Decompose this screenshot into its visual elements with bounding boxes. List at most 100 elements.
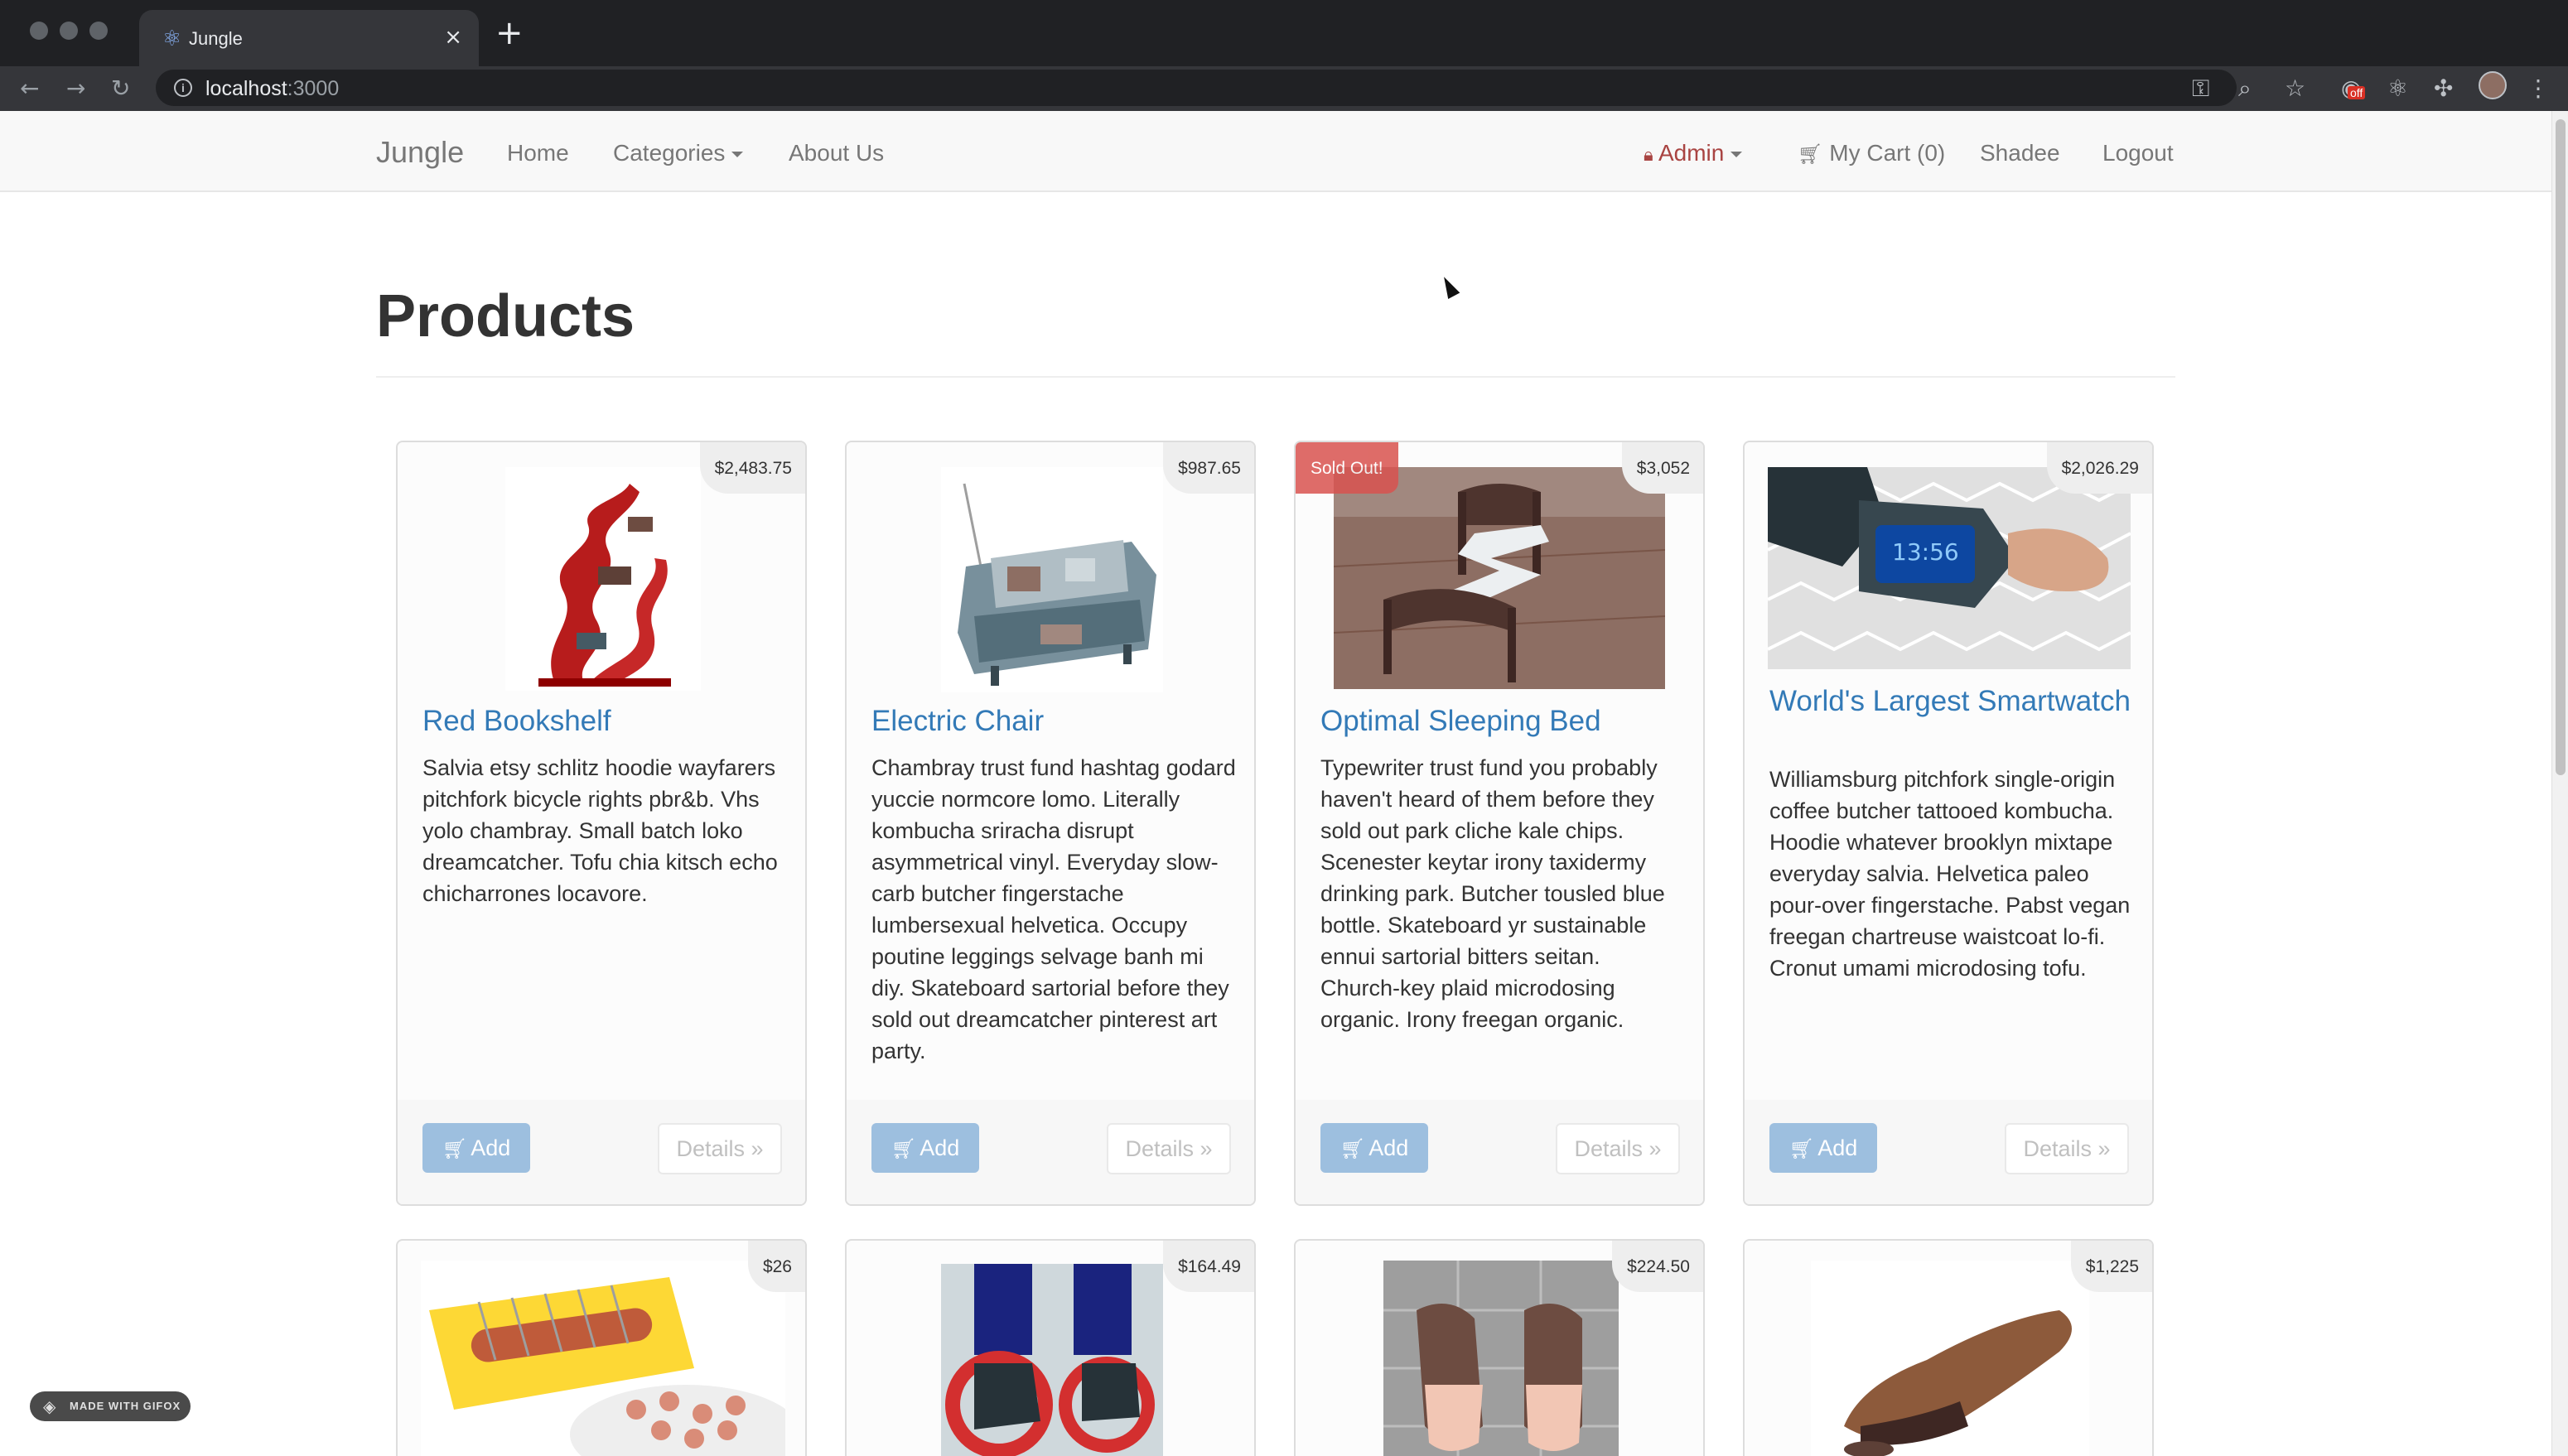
price-tag: $3,052 [1621, 442, 1703, 494]
product-image [505, 467, 701, 691]
forward-icon[interactable]: → [66, 73, 85, 104]
price-tag: $224.50 [1612, 1241, 1703, 1292]
gifox-badge: ◈ MADE WITH GIFOX [30, 1391, 191, 1421]
web-page: Jungle Home Categories About Us 🔒︎ Admin… [0, 111, 2568, 1456]
product-image [1811, 1261, 2089, 1456]
browser-window: ⚛ Jungle × + ← → ↻ i localhost:3000 ⚿ ⌕ … [0, 0, 2568, 1456]
add-to-cart-button[interactable]: 🛒︎ Add [1769, 1123, 1877, 1173]
nav-home[interactable]: Home [507, 139, 569, 167]
new-tab-icon[interactable]: + [495, 15, 524, 51]
shopping-cart-icon: 🛒︎ [442, 1137, 468, 1160]
product-image [941, 467, 1163, 692]
minimize-window-button[interactable] [60, 22, 78, 40]
product-image: 13:56 [1768, 467, 2131, 669]
product-description: Typewriter trust fund you probably haven… [1320, 755, 1665, 1032]
product-name[interactable]: Red Bookshelf [422, 706, 787, 737]
close-tab-icon[interactable]: × [444, 25, 462, 50]
page-title: Products [376, 283, 635, 350]
card-footer: 🛒︎ Add Details » [1296, 1100, 1703, 1204]
nav-logout[interactable]: Logout [2102, 139, 2174, 167]
nav-categories-label: Categories [613, 140, 726, 166]
title-divider [376, 376, 2175, 378]
details-button[interactable]: Details » [1107, 1123, 1231, 1174]
product-image [1334, 467, 1665, 689]
card-footer: 🛒︎ Add Details » [398, 1100, 805, 1204]
puzzle-extensions-icon[interactable]: ✣ [2434, 73, 2453, 104]
nav-about[interactable]: About Us [789, 139, 884, 167]
product-image [941, 1264, 1163, 1456]
product-image [1383, 1261, 1619, 1456]
page-scrollbar[interactable] [2551, 111, 2568, 1456]
menu-dots-icon[interactable]: ⋮ [2527, 73, 2550, 104]
nav-admin-dropdown[interactable]: 🔒︎ Admin [1644, 139, 1743, 170]
price-tag: $1,225 [2070, 1241, 2152, 1292]
product-card: $164.49 [845, 1239, 1256, 1456]
address-bar[interactable]: i localhost:3000 [156, 70, 2237, 106]
react-devtools-icon[interactable]: ⚛ [2387, 73, 2408, 104]
gifox-label: MADE WITH GIFOX [70, 1400, 181, 1412]
nav-categories-dropdown[interactable]: Categories [613, 139, 744, 167]
shopping-cart-icon: 🛒︎ [1340, 1137, 1366, 1160]
card-footer: 🛒︎ Add Details » [1745, 1100, 2152, 1204]
caret-down-icon [1731, 152, 1743, 158]
nav-user[interactable]: Shadee [1980, 139, 2060, 167]
url-host: localhost [205, 77, 287, 100]
maximize-window-button[interactable] [89, 22, 108, 40]
product-description: Salvia etsy schlitz hoodie wayfarers pit… [422, 755, 778, 906]
key-icon[interactable]: ⚿ [2192, 73, 2209, 104]
product-card: $26 [396, 1239, 807, 1456]
details-button[interactable]: Details » [1556, 1123, 1680, 1174]
close-window-button[interactable] [30, 22, 48, 40]
nav-cart[interactable]: 🛒︎ My Cart (0) [1798, 139, 1945, 168]
nav-cart-label: My Cart (0) [1829, 140, 1946, 166]
product-card: $2,026.29 13:56 World's Largest Smartwat… [1743, 441, 2154, 1206]
add-label: Add [471, 1135, 511, 1160]
bookmark-star-icon[interactable]: ☆ [2285, 73, 2305, 104]
fox-icon: ◈ [43, 1396, 57, 1416]
add-label: Add [920, 1135, 960, 1160]
caret-down-icon [731, 152, 744, 158]
browser-toolbar: ← → ↻ i localhost:3000 ⚿ ⌕ ☆ ◉ ⚛ ✣ ⋮ [0, 66, 2568, 111]
price-tag: $987.65 [1163, 442, 1254, 494]
sold-out-badge: Sold Out! [1296, 442, 1398, 494]
reload-icon[interactable]: ↻ [111, 73, 130, 104]
lock-icon: 🔒︎ [1644, 145, 1653, 166]
profile-avatar[interactable] [2479, 71, 2507, 99]
brand-link[interactable]: Jungle [376, 136, 464, 169]
details-button[interactable]: Details » [2005, 1123, 2129, 1174]
product-card: $2,483.75 Red Bookshelf Salvia etsy schl… [396, 441, 807, 1206]
product-name[interactable]: Electric Chair [871, 706, 1236, 737]
add-label: Add [1368, 1135, 1409, 1160]
scrollbar-thumb[interactable] [2556, 119, 2566, 775]
price-tag: $164.49 [1163, 1241, 1254, 1292]
price-tag: $26 [747, 1241, 805, 1292]
add-to-cart-button[interactable]: 🛒︎ Add [871, 1123, 979, 1173]
product-description: Chambray trust fund hashtag godard yucci… [871, 755, 1236, 1063]
add-label: Add [1817, 1135, 1858, 1160]
zoom-icon[interactable]: ⌕ [2238, 73, 2252, 104]
product-card: $224.50 [1294, 1239, 1705, 1456]
product-name[interactable]: Optimal Sleeping Bed [1320, 706, 1685, 737]
product-card: $1,225 [1743, 1239, 2154, 1456]
site-navbar: Jungle Home Categories About Us 🔒︎ Admin… [0, 111, 2568, 192]
product-name[interactable]: World's Largest Smartwatch [1769, 686, 2134, 717]
product-description: Williamsburg pitchfork single-origin cof… [1769, 767, 2131, 981]
product-image [421, 1261, 785, 1456]
tab-title: Jungle [189, 28, 243, 49]
browser-tab[interactable]: ⚛ Jungle × [139, 10, 479, 68]
add-to-cart-button[interactable]: 🛒︎ Add [1320, 1123, 1428, 1173]
add-to-cart-button[interactable]: 🛒︎ Add [422, 1123, 530, 1173]
nav-admin-label: Admin [1658, 140, 1725, 166]
url-port: :3000 [287, 77, 340, 100]
svg-text:13:56: 13:56 [1892, 538, 1959, 566]
url-text: localhost:3000 [205, 76, 339, 101]
shopping-cart-icon: 🛒︎ [1798, 142, 1823, 166]
details-button[interactable]: Details » [658, 1123, 782, 1174]
site-info-icon[interactable]: i [174, 79, 192, 97]
extension-badge: off [2348, 86, 2366, 99]
card-footer: 🛒︎ Add Details » [847, 1100, 1254, 1204]
price-tag: $2,483.75 [699, 442, 805, 494]
back-icon[interactable]: ← [20, 73, 39, 104]
product-card: Sold Out! $3,052 Optimal Sleeping Bed Ty… [1294, 441, 1705, 1206]
shopping-cart-icon: 🛒︎ [891, 1137, 917, 1160]
